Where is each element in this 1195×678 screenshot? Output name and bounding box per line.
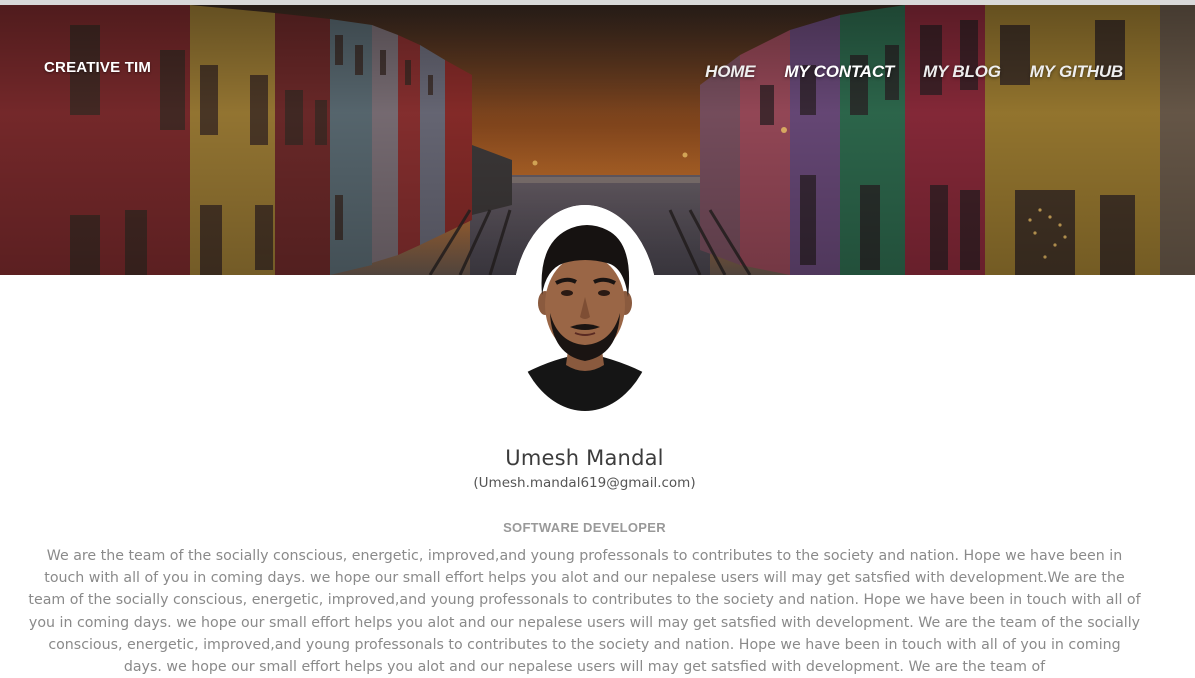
profile-name: Umesh Mandal: [505, 446, 664, 470]
profile-bio: We are the team of the socially consciou…: [28, 548, 1141, 676]
brand-logo[interactable]: CREATIVE TIM: [44, 59, 151, 76]
nav-my-github[interactable]: MY GITHUB: [1030, 62, 1123, 82]
nav-my-blog[interactable]: MY BLOG: [923, 62, 1001, 82]
main-nav: HOME MY CONTACT MY BLOG MY GITHUB: [676, 62, 1123, 82]
profile-photo: [512, 205, 658, 411]
profile-email: (Umesh.mandal619@gmail.com): [473, 475, 696, 491]
profile-avatar: [512, 205, 658, 411]
nav-home[interactable]: HOME: [705, 62, 755, 82]
nav-my-contact[interactable]: MY CONTACT: [784, 62, 894, 82]
profile-role: SOFTWARE DEVELOPER: [503, 520, 666, 535]
